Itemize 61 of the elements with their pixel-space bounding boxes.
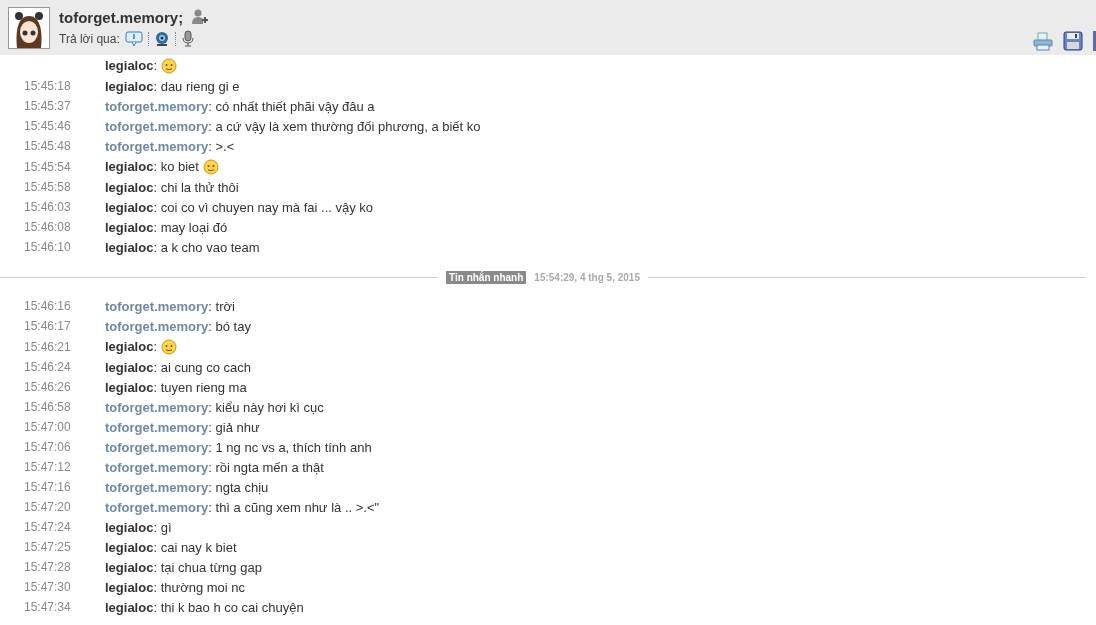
contact-name: toforget.memory; (59, 8, 184, 26)
message-text: : dau rieng gi e (153, 78, 240, 94)
message-time: 15:47:12 (24, 460, 72, 474)
message-text: : tại chua từng gap (153, 559, 262, 575)
message-time: 15:47:06 (24, 440, 72, 454)
message-time: 15:47:30 (24, 580, 72, 594)
message-text: : ai cung co cach (153, 359, 251, 375)
message-time: 15:46:17 (24, 319, 72, 333)
message-time: 15:45:58 (24, 180, 72, 194)
message-text: : (153, 58, 158, 73)
message-time: 15:45:46 (24, 119, 72, 133)
message-time: 15:45:54 (24, 159, 72, 174)
message-text: : trời (208, 298, 235, 314)
message-time: 15:47:28 (24, 560, 72, 574)
message-text: : may loại đó (153, 219, 228, 235)
message-text: : cai nay k biet (153, 539, 237, 555)
message-text: : a k cho vao team (153, 239, 260, 255)
message-time: 15:47:16 (24, 480, 72, 494)
message-text: : ngta chịu (208, 479, 269, 495)
message-time: 15:46:58 (24, 400, 72, 414)
reply-via-label: Trả lời qua: (59, 31, 120, 46)
message-text: : chi la thử thôi (153, 179, 239, 195)
microphone-icon[interactable] (180, 30, 195, 47)
message-time: 15:45:18 (24, 79, 72, 93)
message-time: 15:47:25 (24, 540, 72, 554)
save-icon[interactable] (1063, 31, 1083, 51)
message-text: : 1 ng nc vs a, thích tính anh (208, 439, 372, 455)
message-text: : ko biet (153, 159, 199, 174)
message-text: : >.< (208, 138, 235, 154)
message-time: 15:46:16 (24, 299, 72, 313)
message-text: : a cứ vậy là xem thường đối phương, a biết ko (208, 118, 481, 134)
message-time: 15:46:10 (24, 240, 72, 254)
message-time: 15:45:48 (24, 139, 72, 153)
message-text: : tuyen rieng ma (153, 379, 247, 395)
message-text: : giả như (208, 419, 260, 435)
message-text: : thì a cũng xem như là .. >.<" (208, 499, 380, 515)
message-text: : thi k bao h co cai chuyện (153, 599, 304, 615)
message-text: : thường moi nc (153, 579, 246, 595)
message-icon[interactable] (124, 30, 143, 47)
message-text: : bó tay (208, 318, 251, 334)
webcam-icon[interactable] (153, 30, 170, 47)
message-time: 15:47:24 (24, 520, 72, 534)
add-contact-icon[interactable] (191, 8, 210, 26)
message-time: 15:46:26 (24, 380, 72, 394)
message-text: : có nhất thiết phãi vậy đâu a (208, 98, 375, 114)
message-time: 15:46:21 (24, 339, 72, 354)
message-text: : rồi ngta mến a thật (208, 459, 324, 475)
message-text: : (153, 339, 158, 354)
session-label: Tin nhắn nhanh (446, 271, 527, 284)
message-time: 15:46:08 (24, 220, 72, 234)
message-time: 15:46:03 (24, 200, 72, 214)
message-text: : gì (153, 519, 172, 535)
message-time: 15:45:37 (24, 99, 72, 113)
avatar-drawing (8, 6, 50, 49)
message-text: : coi co vì chuyen nay mà fai ... vậy ko (153, 199, 374, 215)
message-text: : kiểu này hơi kì cục (208, 399, 324, 415)
message-time: 15:47:34 (24, 600, 72, 614)
message-time: 15:46:24 (24, 360, 72, 374)
message-time: 15:47:00 (24, 420, 72, 434)
message-time: 15:47:20 (24, 500, 72, 514)
session-timestamp: 15:54:29, 4 thg 5, 2015 (534, 272, 640, 283)
